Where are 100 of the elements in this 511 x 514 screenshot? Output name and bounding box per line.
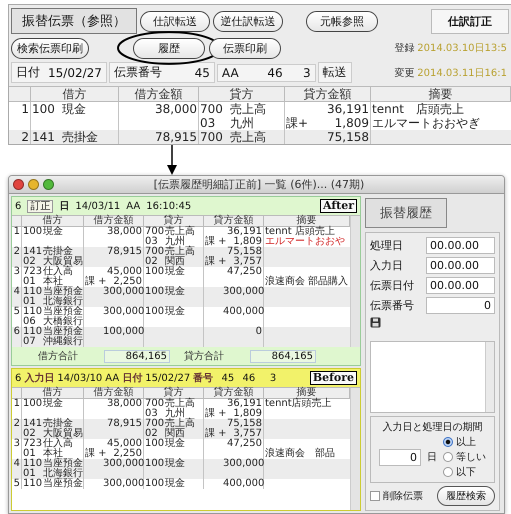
radio-button[interactable] [443,467,453,477]
table-cell-text: 700 [199,102,224,116]
table-cell: 現金 [42,227,84,237]
column-header: 借方 [22,388,84,398]
table-cell-text: 03 [199,116,216,130]
table-cell: 100 [144,459,164,469]
table-cell: 100 [144,287,164,297]
table-cell: 300,000 [222,287,264,297]
column-header: 借方金額 [119,87,199,101]
column-header: 摘要 [371,87,511,101]
input-field[interactable]: 00.00.00 [426,257,495,274]
header-value: 16:10:45 [146,200,192,212]
header-value: 45 [220,372,234,384]
print-button[interactable]: 伝票印刷 [209,38,281,59]
column-header: 借方 [22,216,84,226]
row-number: 2 [9,130,31,144]
scrollbar[interactable] [350,388,360,510]
action-button[interactable]: 元帳参照 [306,10,378,32]
record-count: 6 [15,200,22,212]
table-cell-text: 03 [144,409,158,419]
table-cell: 141 [22,247,42,257]
table-cell: 38,000 [102,227,144,237]
table-cell: 当座預金 [42,459,84,469]
table-cell: 75,158 [222,247,264,257]
history-tab[interactable]: 振替履歴 [365,198,447,228]
radio-button[interactable] [443,452,453,462]
table-cell-text: エルマートおおやぎ [371,116,481,130]
row-number: 5 [12,307,22,317]
radio-label: 以上 [456,436,476,449]
days-field[interactable]: 0 [379,448,421,466]
table-cell: 現金 [164,307,204,317]
record-count: 6 [15,372,22,384]
table-cell: 沖縄銀行 [42,337,84,347]
row-number: 5 [12,479,22,489]
checkbox[interactable] [370,491,380,501]
close-button[interactable] [13,179,24,190]
table-cell: 700 [144,399,164,409]
row-number: 3 [12,439,22,449]
column-header: 貸方金額 [204,388,264,398]
header-label: 日付 [122,372,142,385]
header-label: 日 [59,200,70,213]
search-button[interactable]: 履歴検索 [437,486,495,506]
table-cell: 当座預金 [42,307,84,317]
action-button[interactable]: 逆仕訳転送 [213,10,283,32]
header-value: 46 [241,372,256,384]
total-value: 864,165 [104,350,170,362]
table-cell: 110 [22,287,42,297]
field-label: 伝票日付 [370,278,415,293]
table-cell: 100 [144,439,164,449]
print-button[interactable]: 履歴 [133,38,205,59]
header-value: 14/03/10 [57,372,102,384]
table-cell-text: tennt店頭売上 [264,399,333,409]
table-cell: 当座預金 [42,479,84,489]
table-cell: 100,000 [102,327,144,337]
column-header: 貸方 [144,216,204,226]
table-cell-text: 02 [144,257,158,267]
table-cell: 300,000 [102,459,144,469]
table-cell: 110 [22,459,42,469]
column-header: 貸方 [144,388,204,398]
table-cell: 300,000 [222,459,264,469]
input-field[interactable]: 00.00.00 [426,277,495,294]
status-field: 転送 [318,62,352,83]
input-field[interactable]: 00.00.00 [426,237,495,254]
table-cell-text: 07 [22,337,37,347]
table-cell: 400,000 [222,479,264,489]
table-cell: 110 [22,479,42,489]
total-label: 借方合計 [38,350,79,363]
input-field[interactable]: 0 [426,297,495,314]
minimize-button[interactable] [28,179,39,190]
column-header: 貸方 [199,87,285,101]
zoom-button[interactable] [43,179,54,190]
table-cell-text: tennt 店頭売上 [371,102,466,116]
number-field: 伝票番号 45 [108,62,215,83]
table-cell-text: tennt 店頭売上 [264,227,335,237]
table-cell: 当座預金 [42,327,84,337]
table-cell: 売上高 [164,419,204,429]
column-header: 借方金額 [84,388,144,398]
registered-date: 登録 2014.03.10日13:5 [394,42,508,55]
header-value: 14/03/11 [75,200,120,212]
print-button[interactable]: 検索伝票印刷 [11,38,89,59]
column-header: 借方 [31,87,119,101]
column-header: 貸方金額 [204,216,264,226]
scrollbar[interactable] [350,216,360,347]
table-cell: 現金 [164,439,204,449]
field-label: 伝票番号 [370,298,415,313]
row-number: 3 [12,267,22,277]
history-list[interactable] [370,341,495,413]
radio-button[interactable] [443,437,453,447]
table-cell: 47,250 [222,267,264,277]
radio-label: 等しい [456,451,486,464]
table-cell: 141 [22,419,42,429]
header-value: AA [126,200,140,212]
table-cell: 現金 [164,459,204,469]
row-number: 2 [12,247,22,257]
table-cell-text: 01 [22,297,36,307]
table-cell: 700 [144,227,164,237]
header-value: 15/02/27 [145,372,190,384]
table-cell: 100 [144,307,164,317]
table-cell: 75,158 [315,130,371,144]
action-button[interactable]: 仕訳転送 [140,10,210,32]
